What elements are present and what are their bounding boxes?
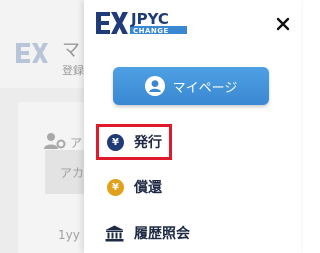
menu-item-issue[interactable]: ¥ 発行 — [96, 124, 172, 160]
close-icon[interactable] — [276, 17, 290, 31]
mypage-button-label: マイページ — [172, 80, 238, 96]
background-table-cell: 1yy — [58, 228, 80, 242]
logo-text: JPYC — [130, 10, 169, 28]
background-card-title: ア — [70, 136, 83, 150]
background-table-header-text: アカ — [60, 166, 85, 180]
side-drawer: JPYC CHANGE マイページ ¥ 発行 ¥ 償還 履歴照会 — [84, 0, 301, 253]
menu-item-redeem[interactable]: ¥ 償還 — [96, 176, 162, 198]
bank-icon — [105, 225, 124, 241]
menu-item-history[interactable]: 履歴照会 — [96, 222, 190, 244]
background-logo-icon — [16, 43, 48, 63]
user-settings-icon — [44, 133, 66, 149]
jpyc-change-logo[interactable]: JPYC CHANGE — [94, 8, 189, 42]
logo-subtext: CHANGE — [133, 27, 169, 35]
yen-coin-icon: ¥ — [107, 133, 124, 151]
menu-item-issue-label: 発行 — [134, 135, 162, 151]
yen-coin-icon: ¥ — [107, 178, 124, 196]
menu-item-history-label: 履歴照会 — [134, 226, 190, 242]
background-subtitle: 登録 — [62, 64, 84, 77]
mypage-button[interactable]: マイページ — [113, 67, 269, 105]
menu-item-redeem-label: 償還 — [134, 180, 162, 196]
background-title: マ — [62, 40, 80, 61]
user-avatar-icon — [144, 76, 165, 96]
